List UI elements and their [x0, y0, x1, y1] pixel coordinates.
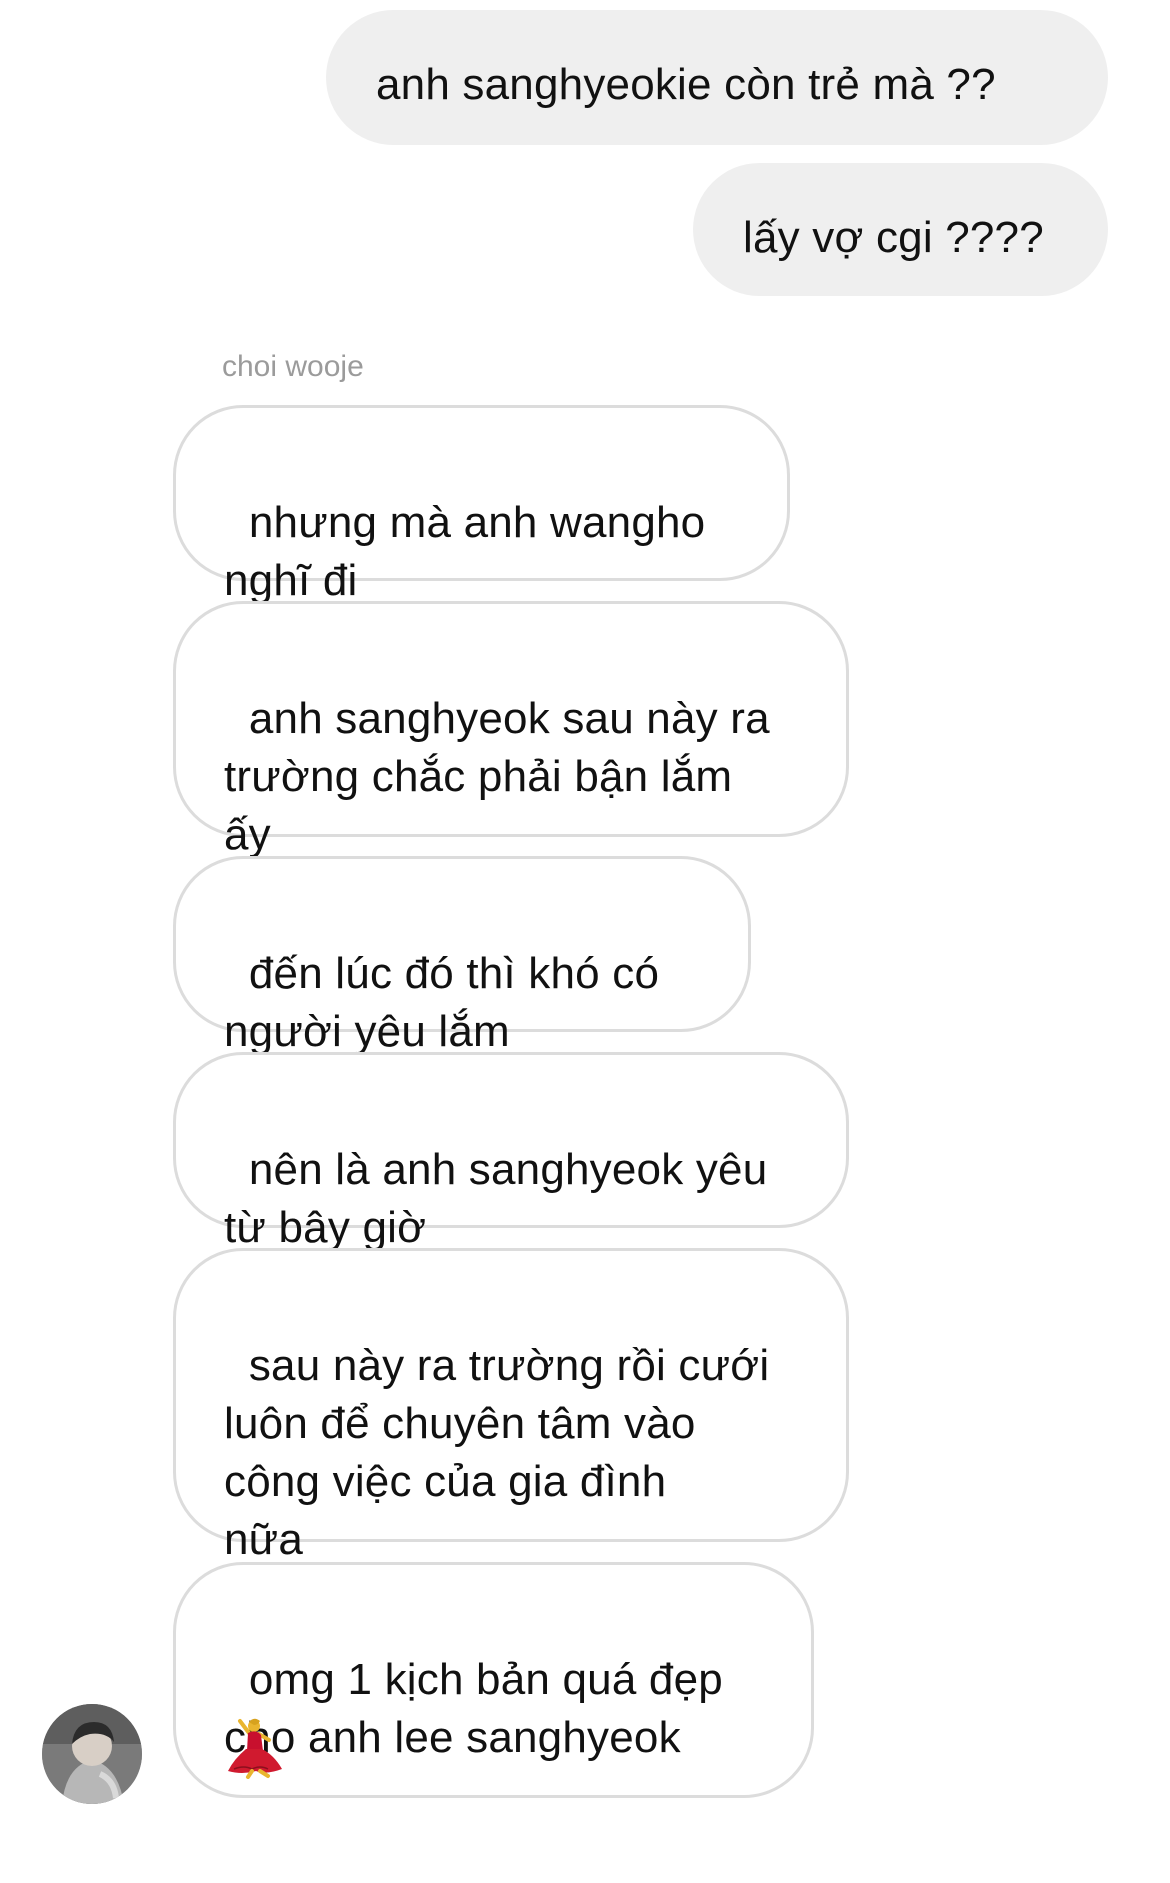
received-message-bubble[interactable]: nhưng mà anh wangho nghĩ đi	[173, 405, 790, 605]
received-message-bubble[interactable]: sau này ra trường rồi cưới luôn để chuyê…	[173, 1248, 849, 1564]
message-text: lấy vợ cgi ????	[743, 213, 1044, 262]
sender-avatar[interactable]	[42, 1704, 142, 1804]
message-text: sau này ra trường rồi cưới luôn để chuyê…	[224, 1341, 770, 1564]
message-text: nhưng mà anh wangho nghĩ đi	[224, 498, 706, 605]
received-message-bubble[interactable]: anh sanghyeok sau này ra trường chắc phả…	[173, 601, 849, 859]
message-text: đến lúc đó thì khó có người yêu lắm	[224, 949, 660, 1056]
message-text: omg 1 kịch bản quá đẹp cho anh lee sangh…	[224, 1655, 723, 1762]
message-text: nên là anh sanghyeok yêu từ bây giờ	[224, 1145, 768, 1252]
message-text: anh sanghyeok sau này ra trường chắc phả…	[224, 694, 770, 859]
woman-dancing-icon	[228, 1718, 282, 1779]
sender-name: choi wooje	[222, 350, 364, 383]
received-message-bubble[interactable]: đến lúc đó thì khó có người yêu lắm	[173, 856, 751, 1056]
sent-message-bubble[interactable]: lấy vợ cgi ????	[693, 163, 1108, 296]
message-text: anh sanghyeokie còn trẻ mà ??	[376, 60, 996, 109]
received-message-bubble[interactable]: omg 1 kịch bản quá đẹp cho anh lee sangh…	[173, 1562, 814, 1798]
sent-message-bubble[interactable]: anh sanghyeokie còn trẻ mà ??	[326, 10, 1108, 145]
received-message-bubble[interactable]: nên là anh sanghyeok yêu từ bây giờ	[173, 1052, 849, 1252]
user-avatar-icon	[42, 1704, 142, 1804]
